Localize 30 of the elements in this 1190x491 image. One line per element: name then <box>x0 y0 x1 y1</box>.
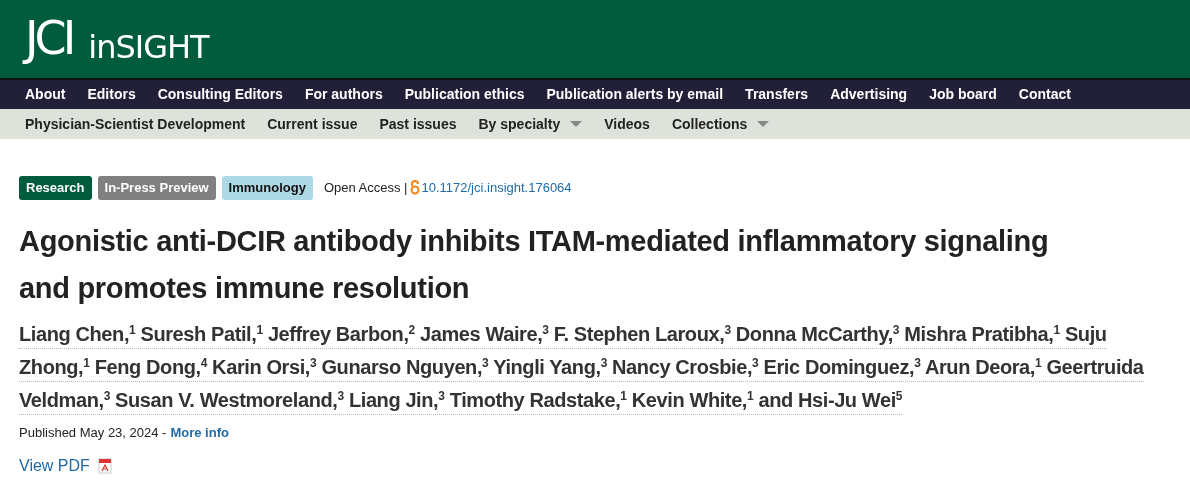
author-list: Liang Chen,$^{1}$ Suresh Patil,$^{1}$ Jeffrey Barbon,$^{2}$ James Waire,$^{3}$ F. Stephen Laroux,$^{3}$ Donna McCarthy,$^{3}$ Mishra Pratibha,$^{1}$ Suju Zhong,$^{1}$ Feng Dong,$^{4}$ Karin Orsi,$^{3}$ Gunarso Nguyen,$^{3}$ Yingli Yang,$^{3}$ Nancy Crosbie,$^{3}$ Eric Dominguez,$^{3}$ Arun Deora,$^{1}$ Geertruida Veldman,$^{3}$ Susan V. Westmoreland,$^{3}$ Liang Jin,$^{3}$ Timothy Radstake,$^{1}$ Kevin White,$^{1}$ and Hsi-Ju Wei$^{5}$ <box>19 317 1159 417</box>
caret-icon <box>757 121 770 127</box>
nav-link[interactable]: About <box>14 84 77 105</box>
nav-link[interactable]: Editors <box>76 84 147 105</box>
publish-date: Published May 23, 2024 - <box>19 423 167 442</box>
open-lock-icon <box>410 180 421 196</box>
nav-link[interactable]: For authors <box>293 84 394 105</box>
category-tag[interactable]: Research <box>19 176 92 200</box>
nav-link[interactable]: Publication alerts by email <box>535 84 735 105</box>
nav-link[interactable]: Transfers <box>734 84 820 105</box>
category-tag[interactable]: Immunology <box>221 176 313 200</box>
article-title: Agonistic anti-DCIR antibody inhibits ITAM-mediated inflammatory signaling and promotes immune resolution <box>19 223 1050 306</box>
nav-dropdown[interactable]: By specialty <box>467 113 594 135</box>
pdf-icon <box>97 458 112 474</box>
doi-link[interactable]: 10.1172/jci.insight.176064 <box>421 178 572 198</box>
nav-link[interactable]: Videos <box>593 113 661 135</box>
view-pdf-link[interactable]: View PDF <box>19 454 90 478</box>
nav-link[interactable]: Current issue <box>256 113 369 135</box>
more-info-link[interactable]: More info <box>170 422 229 442</box>
nav-dropdown[interactable]: Collections <box>660 113 781 135</box>
nav-link[interactable]: Job board <box>918 84 1008 105</box>
access-label: Open Access | <box>323 179 408 197</box>
nav-link[interactable]: Past issues <box>368 113 468 135</box>
nav-link[interactable]: Consulting Editors <box>146 84 294 105</box>
nav-link[interactable]: Physician-Scientist Development <box>14 113 257 135</box>
nav-link[interactable]: Publication ethics <box>393 84 536 105</box>
caret-icon <box>570 121 583 127</box>
category-tag[interactable]: In-Press Preview <box>97 176 216 200</box>
nav-link[interactable]: Advertising <box>819 84 919 105</box>
nav-link[interactable]: Contact <box>1007 84 1082 105</box>
